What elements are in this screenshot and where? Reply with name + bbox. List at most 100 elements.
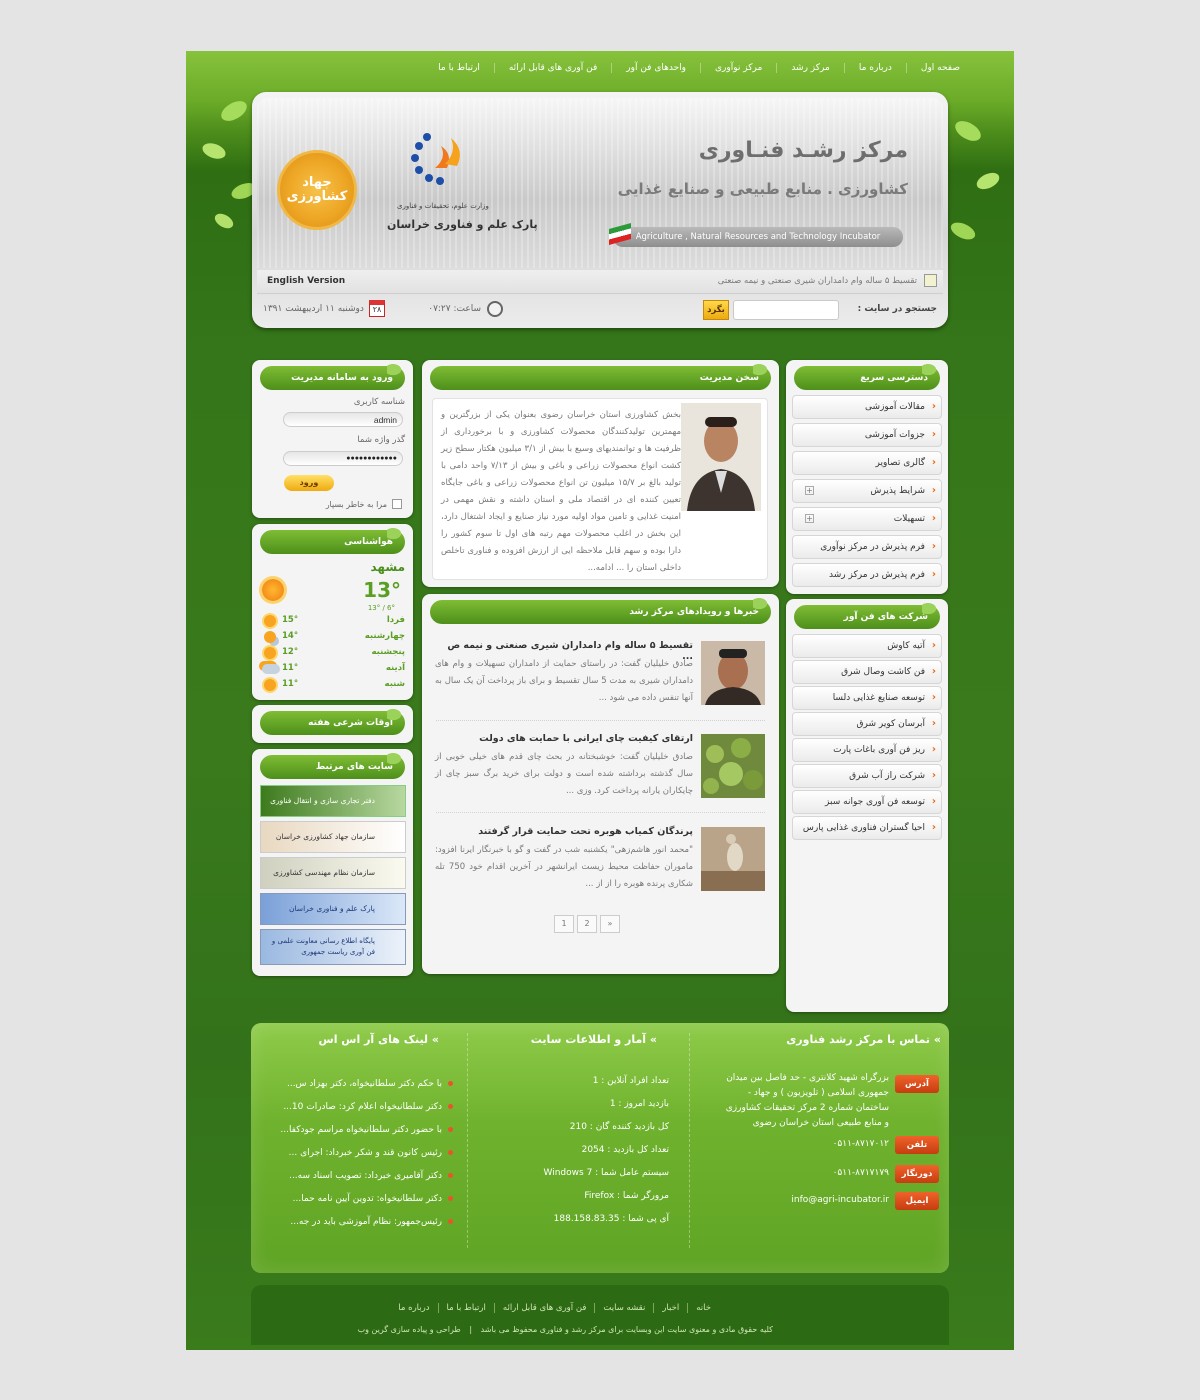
page-1-button[interactable]: 1 [554,915,574,933]
quick-item-innovation-form[interactable]: ‹ فرم پذیرش در مرکز نوآوری [792,535,942,559]
english-version-link[interactable]: English Version [267,276,345,286]
rss-item[interactable]: دکتر سلطانیخواه: تدوین آیین نامه حما... [293,1194,453,1204]
calendar-icon: ۲۸ [369,300,385,317]
quick-item-incubator-form[interactable]: ‹ فرم پذیرش در مرکز رشد [792,563,942,587]
company-item[interactable]: ‹ توسعه صنایع غذایی دلسا [792,686,942,710]
username-input[interactable] [283,412,403,427]
time-text: ساعت: ۰۷:۲۷ [428,304,481,314]
news-ticker-text[interactable]: تقسیط ۵ ساله وام دامداران شیری صنعتی و ن… [718,276,917,286]
site-subtitle: کشاورزی . منابع طبیعی و صنایع غذایی [617,180,908,198]
address-line: جمهوری اسلامی ( تلویزیون ) و جهاد - [747,1088,889,1098]
forecast-day: آدینه [385,663,405,673]
remember-checkbox[interactable] [392,499,402,509]
footer-copyright: کلیه حقوق مادی و معنوی سایت این وبسایت ب… [357,1325,773,1334]
sun-icon [264,679,276,691]
nav-innovation[interactable]: مرکز نوآوری [700,63,776,73]
rss-item[interactable]: رئیس کانون قند و شکر خبرداد: اجرای ... [289,1148,453,1158]
park-logo-icon[interactable] [407,128,467,188]
password-input[interactable] [283,451,403,466]
news-item-title[interactable]: ارتقای کیفیت چای ایرانی با حمایت های دول… [439,733,693,744]
expand-plus-icon[interactable]: + [805,514,814,523]
related-banner-science-park[interactable]: پارک علم و فناوری خراسان [260,893,406,925]
rss-item[interactable]: دکتر آقامیری خبرداد: تصویب اسناد سه... [289,1171,453,1181]
company-item[interactable]: ‹ فن کاشت وصال شرق [792,660,942,684]
search-input[interactable] [733,300,839,320]
jahad-logo[interactable]: جهاد کشاورزی [277,150,357,230]
rss-item[interactable]: دکتر سلطانیخواه اعلام کرد: صادرات 10... [283,1102,453,1112]
company-item[interactable]: ‹ ریز فن آوری باغات پارت [792,738,942,762]
related-sites-title: سایت های مرتبط [260,749,407,779]
footer-info-area: » تماس با مرکز رشد فناوری آدرس بزرگراه ش… [251,1023,949,1273]
news-photo-3[interactable] [701,827,765,891]
related-sites-box: سایت های مرتبط دفتر تجاری سازی و انتقال … [252,749,413,976]
search-button[interactable]: بگرد [703,300,729,320]
login-button[interactable]: ورود [284,475,334,491]
company-item[interactable]: ‹ آبرسان کویر شرق [792,712,942,736]
quick-item-articles[interactable]: ‹ مقالات آموزشی [792,395,942,419]
quick-item-booklets[interactable]: ‹ جزوات آموزشی [792,423,942,447]
footer-link-technologies[interactable]: فن آوری های قابل ارائه [493,1303,595,1313]
prayer-times-box[interactable]: اوقات شرعی هفته [252,705,413,743]
forecast-day: شنبه [384,679,405,689]
manager-message-box: سخن مدیریت بخش کشاورزی استان خراسان رضوی… [422,360,779,587]
address-line: و منابع طبیعی استان خراسان رضوی [752,1118,889,1128]
manager-message-title: سخن مدیریت [430,360,773,390]
next-page-button[interactable]: » [600,915,620,933]
nav-technologies[interactable]: فن آوری های قابل ارائه [493,63,611,73]
company-item[interactable]: ‹ احیا گستران فناوری غذایی پارس [792,816,942,840]
email-link[interactable]: info@agri-incubator.ir [791,1195,889,1205]
forecast-temp: 14° [282,631,299,641]
quick-item-gallery[interactable]: ‹ گالری تصاویر [792,451,942,475]
footer-link-home[interactable]: خانه [687,1303,719,1313]
news-photo-1[interactable] [701,641,765,705]
page-2-button[interactable]: 2 [577,915,597,933]
username-label: شناسه کاربری [353,397,405,407]
company-item[interactable]: ‹ آتیه کاوش [792,634,942,658]
related-banner-engineering[interactable]: سازمان نظام مهندسی کشاورزی [260,857,406,889]
footer-link-sitemap[interactable]: نقشه سایت [594,1303,653,1313]
forecast-temp: 12° [282,647,299,657]
expand-plus-icon[interactable]: + [805,486,814,495]
related-banner-tech-transfer[interactable]: دفتر تجاری سازی و انتقال فناوری [260,785,406,817]
quick-item-admission[interactable]: ‹ شرایط پذیرش + [792,479,942,503]
site-header: مرکز رشـد فنـاوری کشاورزی . منابع طبیعی … [252,92,948,328]
company-item[interactable]: ‹ شرکت راز آب شرق [792,764,942,788]
footer-link-about[interactable]: درباره ما [390,1303,437,1313]
companies-box: شرکت های فن آور ‹ آتیه کاوش ‹ فن کاشت وصال… [786,599,948,1012]
news-item-body: صادق خلیلیان گفت: در راستای حمایت از دام… [435,659,694,703]
nav-incubator[interactable]: مرکز رشد [776,63,844,73]
nav-about[interactable]: درباره ما [843,63,906,73]
manager-message-text: بخش کشاورزی استان خراسان رضوی بعنوان یکی… [441,410,681,573]
footer-link-contact[interactable]: ارتباط با ما [437,1303,494,1313]
manager-photo [681,403,761,511]
news-item-title[interactable]: پرندگان کمیاب هوبره تحت حمایت قرار گرفتن… [439,826,693,837]
forecast-temp: 11° [282,679,299,689]
rss-item[interactable]: رئیس‌جمهور: نظام آموزشی باید در جه... [290,1217,453,1227]
news-photo-2[interactable] [701,734,765,798]
news-divider [436,720,765,721]
page-frame: صفحه اول درباره ما مرکز رشد مرکز نوآوری … [186,51,1014,1350]
designer-text[interactable]: طراحی و پیاده سازی گرین وب [358,1325,461,1334]
english-title-bar: Agriculture , Natural Resources and Tech… [613,227,903,247]
nav-tech-units[interactable]: واحدهای فن آور [611,63,700,73]
fax-value: ۰۵۱۱-۸۷۱۷۱۷۹ [832,1168,889,1178]
quick-item-facilities[interactable]: ‹ تسهیلات + [792,507,942,531]
related-banner-vice-presidency[interactable]: پایگاه اطلاع رسانی معاونت علمی و فن آوری… [260,929,406,965]
sun-icon [264,647,276,659]
phone-tag: تلفن [895,1136,939,1154]
nav-home[interactable]: صفحه اول [905,63,974,73]
site-title: مرکز رشـد فنـاوری [698,138,908,163]
nav-contact[interactable]: ارتباط با ما [424,63,494,73]
weather-temp: 13° [363,578,401,602]
stat-line: مرورگر شما : Firefox [584,1191,669,1201]
news-box: خبرها و رویدادهای مرکز رشد تقسیط ۵ ساله … [422,594,779,974]
rss-item[interactable]: با حضور دکتر سلطانیخواه مراسم جودکفا... [280,1125,453,1135]
related-banner-jahad-khorasan[interactable]: سازمان جهاد کشاورزی خراسان رضوی [260,821,406,853]
login-title: ورود به سامانه مدیریت [260,360,407,390]
company-item[interactable]: ‹ توسعه فن آوری جوانه سبز [792,790,942,814]
address-line: ساختمان شماره 2 مرکز تحقیقات کشاورزی [725,1103,889,1113]
jahad-logo-text: جهاد کشاورزی [286,175,348,204]
footer-link-news[interactable]: اخبار [653,1303,687,1313]
rss-item[interactable]: با حکم دکتر سلطانیخواه، دکتر بهزاد س... [287,1079,453,1089]
companies-title: شرکت های فن آور [794,599,942,629]
